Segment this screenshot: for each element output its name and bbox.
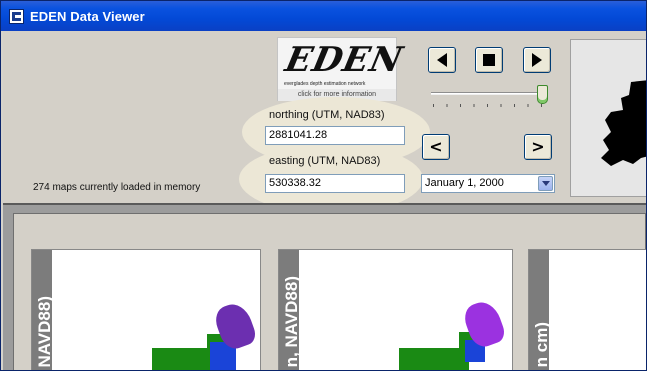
map-panel-3[interactable]: n cm) xyxy=(528,249,646,370)
app-window: EDEN Data Viewer EDEN everglades depth e… xyxy=(0,0,647,371)
map-panel-1[interactable]: NAVD88) xyxy=(31,249,261,370)
map-panel-2-plot xyxy=(299,250,512,370)
northing-field[interactable]: 2881041.28 xyxy=(265,126,405,145)
speed-slider-thumb[interactable] xyxy=(537,85,548,104)
previous-label: < xyxy=(429,137,443,156)
easting-field[interactable]: 530338.32 xyxy=(265,174,405,193)
northing-label: northing (UTM, NAD83) xyxy=(269,109,385,121)
map-panel-1-plot xyxy=(52,250,260,370)
eden-logo[interactable]: EDEN everglades depth estimation network… xyxy=(277,37,407,101)
speed-slider-track[interactable] xyxy=(431,92,543,95)
chevron-down-icon xyxy=(541,181,550,186)
app-icon[interactable] xyxy=(9,9,24,24)
next-date-button[interactable]: > xyxy=(524,134,552,160)
map-panel-3-colorbar: n cm) xyxy=(529,250,551,370)
overview-map-shape xyxy=(601,80,646,166)
next-label: > xyxy=(531,137,545,156)
title-bar[interactable]: EDEN Data Viewer xyxy=(1,1,646,31)
date-selected-value: January 1, 2000 xyxy=(425,177,504,189)
previous-date-button[interactable]: < xyxy=(422,134,450,160)
stop-button[interactable] xyxy=(475,47,503,73)
map-panel-1-colorbar: NAVD88) xyxy=(32,250,54,370)
play-icon xyxy=(532,53,542,67)
easting-label: easting (UTM, NAD83) xyxy=(269,155,381,167)
speed-slider-ticks xyxy=(433,104,543,107)
map-panel-3-plot xyxy=(549,250,646,370)
maps-loaded-status: 274 maps currently loaded in memory xyxy=(33,182,201,193)
window-title: EDEN Data Viewer xyxy=(30,9,145,24)
logo-subtitle: everglades depth estimation network xyxy=(284,81,366,87)
play-button[interactable] xyxy=(523,47,551,73)
map-panel-2[interactable]: n, NAVD88) xyxy=(278,249,513,370)
date-dropdown[interactable]: January 1, 2000 xyxy=(421,174,555,193)
stop-icon xyxy=(483,54,495,66)
map-panel-2-colorbar: n, NAVD88) xyxy=(279,250,301,370)
step-back-button[interactable] xyxy=(428,47,456,73)
dropdown-arrow-button[interactable] xyxy=(538,176,553,191)
step-back-icon xyxy=(437,53,447,67)
logo-wordmark: EDEN xyxy=(281,40,407,80)
overview-map[interactable] xyxy=(570,39,646,197)
